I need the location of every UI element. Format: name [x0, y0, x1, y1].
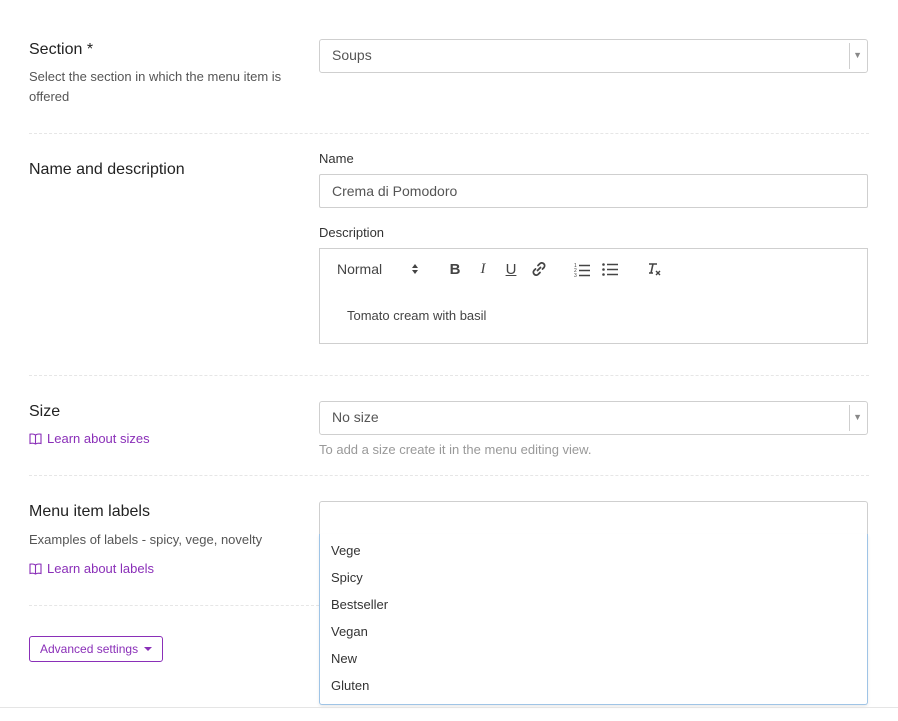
labels-help-text: Examples of labels - spicy, vege, novelt… [29, 532, 263, 547]
label-option[interactable]: Vege [331, 543, 361, 558]
bullet-list-icon[interactable] [601, 260, 619, 278]
format-select[interactable]: Normal [337, 260, 427, 278]
footer-divider [0, 707, 898, 708]
divider [29, 475, 869, 476]
editor-toolbar: Normal B I U 123 [320, 249, 867, 289]
name-description-title: Name and description [29, 161, 185, 178]
format-select-value: Normal [337, 261, 383, 277]
labels-multiselect-input[interactable] [319, 501, 868, 535]
divider [29, 133, 869, 134]
italic-icon[interactable]: I [474, 260, 492, 278]
description-text: Tomato cream with basil [347, 308, 487, 323]
book-icon [29, 432, 42, 445]
select-separator [849, 43, 850, 69]
description-editor[interactable]: Normal B I U 123 Tomato cream with basil [319, 248, 868, 344]
size-select[interactable]: No size ▼ [319, 401, 868, 435]
divider [29, 605, 319, 606]
updown-icon [412, 264, 418, 274]
section-select-value: Soups [332, 47, 372, 63]
select-separator [849, 405, 850, 431]
underline-icon[interactable]: U [502, 260, 520, 278]
section-select[interactable]: Soups ▼ [319, 39, 868, 73]
label-option[interactable]: Gluten [331, 678, 369, 693]
link-icon[interactable] [530, 260, 548, 278]
labels-dropdown: Vege Spicy Bestseller Vegan New Gluten [319, 534, 868, 705]
book-icon [29, 562, 42, 575]
divider [29, 375, 869, 376]
learn-about-sizes-label: Learn about sizes [47, 431, 150, 446]
learn-about-labels-link[interactable]: Learn about labels [29, 561, 154, 576]
bold-icon[interactable]: B [446, 260, 464, 278]
name-label: Name [319, 151, 354, 166]
name-input[interactable]: Crema di Pomodoro [319, 174, 868, 208]
learn-about-sizes-link[interactable]: Learn about sizes [29, 431, 150, 446]
menu-item-labels-title: Menu item labels [29, 503, 150, 520]
section-help-text: Select the section in which the menu ite… [29, 69, 282, 104]
learn-about-labels-label: Learn about labels [47, 561, 154, 576]
ordered-list-icon[interactable]: 123 [573, 260, 591, 278]
size-hint: To add a size create it in the menu edit… [319, 442, 592, 457]
description-label: Description [319, 225, 385, 240]
size-select-value: No size [332, 409, 379, 425]
section-title: Section * [29, 41, 94, 58]
advanced-settings-button[interactable]: Advanced settings [29, 636, 164, 662]
clear-format-icon[interactable] [645, 260, 663, 278]
caret-down-icon [144, 647, 153, 651]
label-option[interactable]: New [331, 651, 357, 666]
svg-text:3: 3 [574, 273, 577, 277]
label-option[interactable]: Bestseller [331, 597, 388, 612]
size-title: Size [29, 403, 61, 420]
label-option[interactable]: Vegan [331, 624, 368, 639]
chevron-down-icon: ▼ [853, 412, 862, 422]
label-option[interactable]: Spicy [331, 570, 363, 585]
advanced-settings-label: Advanced settings [40, 642, 139, 656]
chevron-down-icon: ▼ [853, 50, 862, 60]
